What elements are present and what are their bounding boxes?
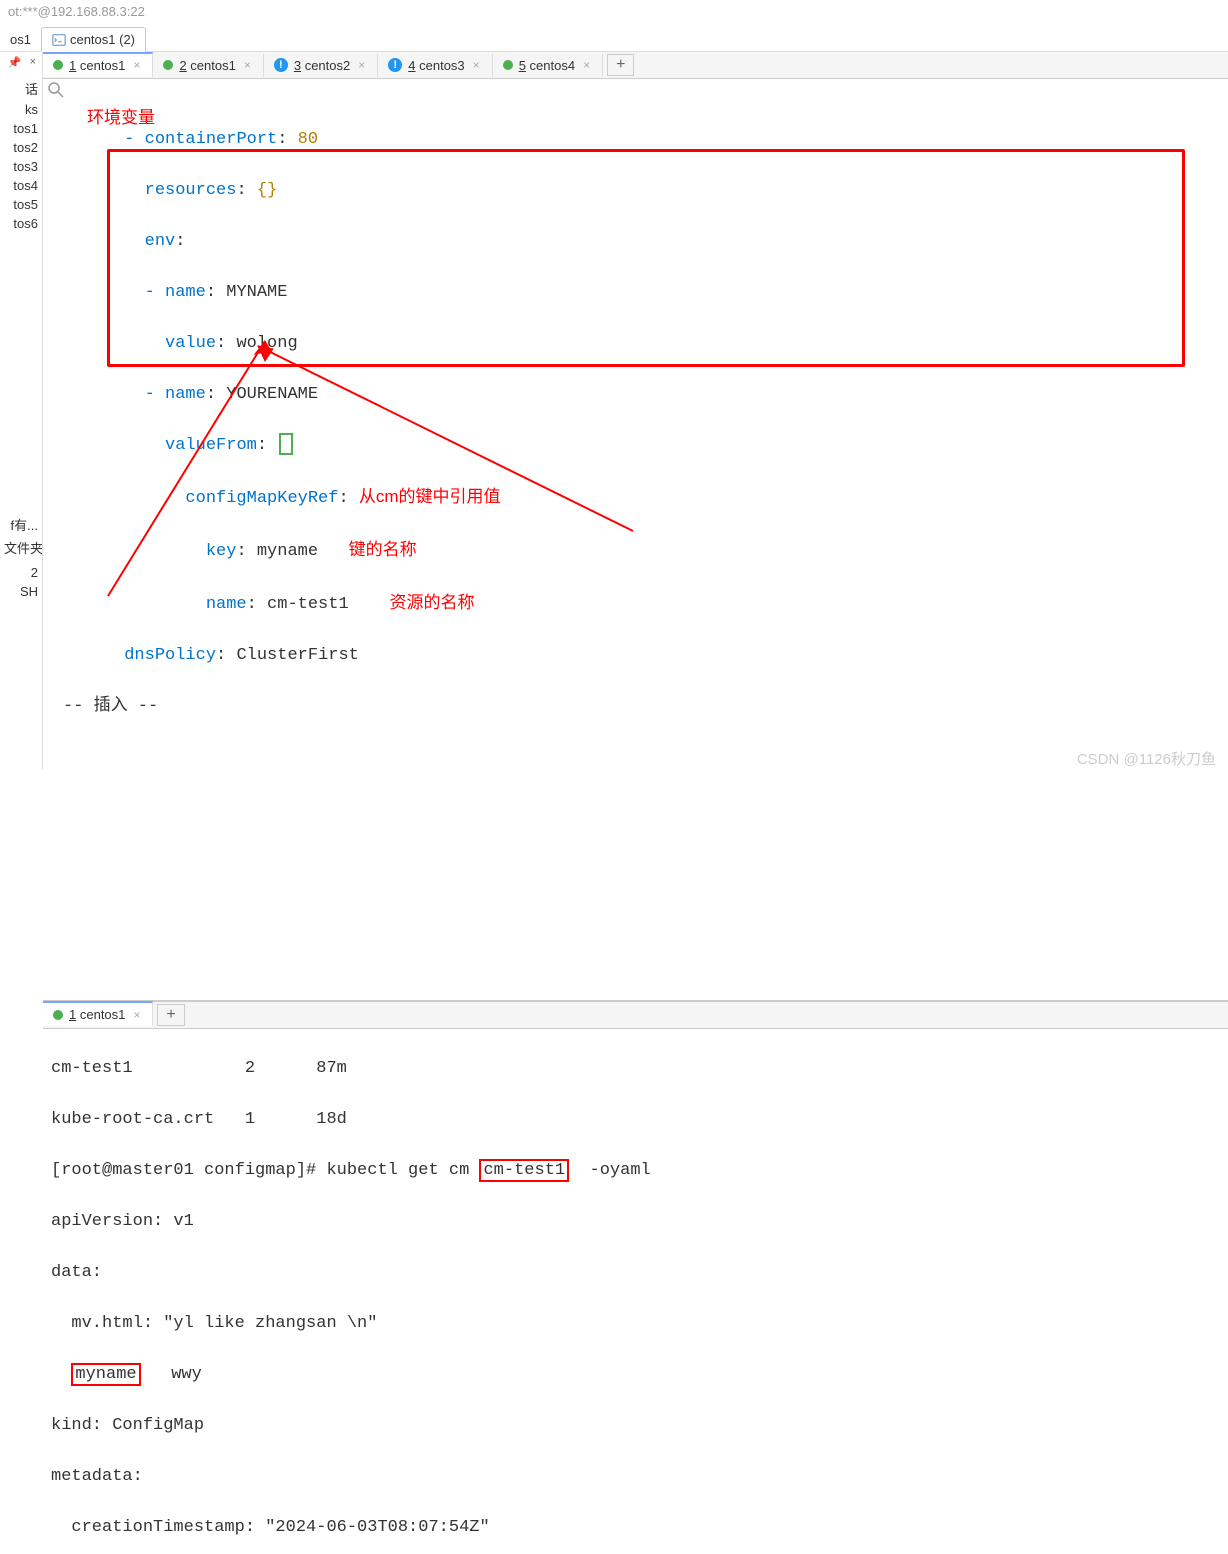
- sidebar-item[interactable]: tos2: [0, 138, 42, 157]
- editor-tab[interactable]: 2 centos1 ×: [153, 54, 263, 77]
- editor-tab[interactable]: ! 4 centos3 ×: [378, 54, 492, 77]
- close-icon[interactable]: ×: [356, 58, 367, 72]
- sidebar: 📌 × 话 ks tos1 tos2 tos3 tos4 tos5 tos6 f…: [0, 52, 43, 769]
- tab-label: 5 centos4: [519, 58, 575, 73]
- info-icon: !: [274, 58, 288, 72]
- tab-label: 1 centos1: [69, 1007, 125, 1022]
- watermark: CSDN @1126秋刀鱼: [1077, 748, 1216, 769]
- sidebar-item[interactable]: tos5: [0, 195, 42, 214]
- info-icon: !: [388, 58, 402, 72]
- add-tab-button[interactable]: +: [157, 1004, 184, 1026]
- terminal[interactable]: cm-test1 2 87m kube-root-ca.crt 1 18d [r…: [43, 1029, 1228, 1554]
- sidebar-item[interactable]: 话: [0, 77, 42, 100]
- annotation-ref: 从cm的键中引用值: [359, 487, 501, 506]
- close-icon[interactable]: ×: [131, 1008, 142, 1022]
- editor-tab[interactable]: 5 centos4 ×: [493, 54, 603, 77]
- session-tab-label: os1: [10, 32, 31, 47]
- close-icon[interactable]: ×: [581, 58, 592, 72]
- tab-label: 2 centos1: [179, 58, 235, 73]
- sidebar-item[interactable]: 2: [0, 563, 42, 582]
- add-tab-button[interactable]: +: [607, 54, 634, 76]
- magnifier-icon[interactable]: [47, 81, 65, 99]
- status-dot-icon: [53, 1010, 63, 1020]
- editor-tab[interactable]: 1 centos1 ×: [43, 52, 153, 77]
- tab-label: 4 centos3: [408, 58, 464, 73]
- status-dot-icon: [53, 60, 63, 70]
- code-editor[interactable]: - containerPort: 80 resources: {} env: -…: [43, 101, 1228, 1000]
- sidebar-item[interactable]: tos6: [0, 214, 42, 233]
- sidebar-item[interactable]: tos4: [0, 176, 42, 195]
- session-tab[interactable]: centos1 (2): [41, 27, 146, 52]
- sidebar-item[interactable]: ks: [0, 100, 42, 119]
- sidebar-item[interactable]: tos1: [0, 119, 42, 138]
- session-tab-bar: os1 centos1 (2): [0, 23, 1228, 52]
- terminal-tab[interactable]: 1 centos1 ×: [43, 1001, 153, 1026]
- arrow-icon: [103, 336, 703, 606]
- sidebar-item[interactable]: f有...: [0, 513, 42, 536]
- session-tab-label: centos1 (2): [70, 32, 135, 47]
- tab-label: 3 centos2: [294, 58, 350, 73]
- close-icon[interactable]: ×: [131, 58, 142, 72]
- status-dot-icon: [503, 60, 513, 70]
- sidebar-item[interactable]: 文件夹: [0, 536, 42, 559]
- sidebar-item[interactable]: tos3: [0, 157, 42, 176]
- annotation-env: 环境变量: [87, 105, 155, 131]
- annotation-key: 键的名称: [349, 540, 417, 559]
- pin-icon[interactable]: 📌: [8, 56, 22, 69]
- sidebar-item[interactable]: SH: [0, 582, 42, 601]
- close-icon[interactable]: ×: [471, 58, 482, 72]
- status-dot-icon: [163, 60, 173, 70]
- editor-tabs: 1 centos1 × 2 centos1 × ! 3 centos2 × ! …: [43, 52, 1228, 79]
- highlight-box: myname: [71, 1363, 140, 1386]
- annotation-res: 资源的名称: [389, 593, 474, 612]
- close-icon[interactable]: ×: [242, 58, 253, 72]
- tab-label: 1 centos1: [69, 58, 125, 73]
- close-icon[interactable]: ×: [30, 56, 36, 69]
- session-tab[interactable]: os1: [0, 28, 41, 51]
- highlight-box: cm-test1: [479, 1159, 569, 1182]
- window-title: ot:***@192.168.88.3:22: [0, 0, 1228, 23]
- terminal-icon: [52, 33, 66, 47]
- editor-tab[interactable]: ! 3 centos2 ×: [264, 54, 378, 77]
- cursor: [279, 433, 293, 455]
- terminal-tabs: 1 centos1 × +: [43, 1002, 1228, 1029]
